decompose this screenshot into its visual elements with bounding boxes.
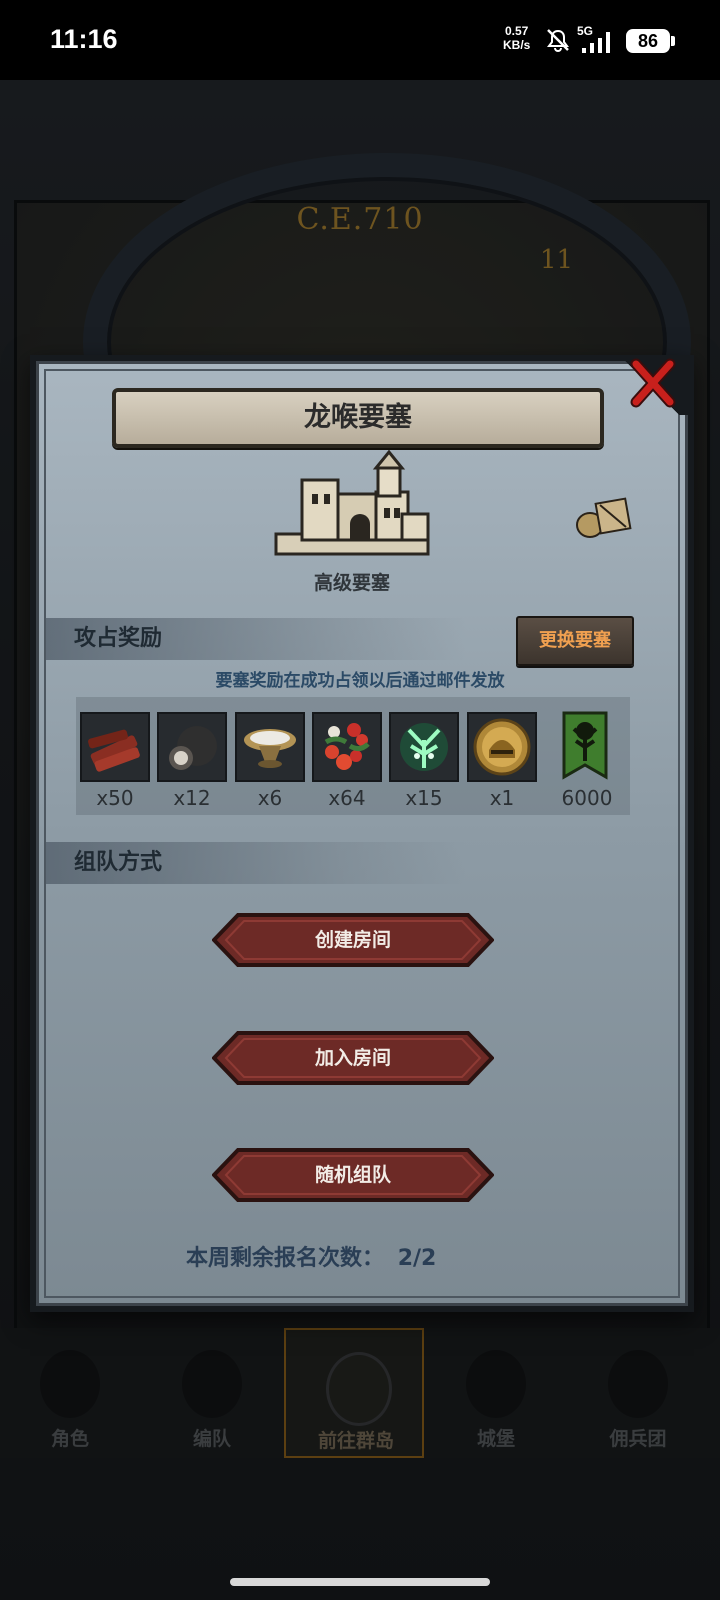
swap-fortress-label: 更换要塞 [539,630,611,651]
signup-label: 本周剩余报名次数： [186,1246,385,1271]
fortress-image [274,450,430,556]
clock: 11:16 [50,24,118,54]
close-icon[interactable] [630,358,676,408]
home-indicator[interactable] [230,1578,490,1586]
green-banner-icon[interactable] [562,711,608,781]
reward-item[interactable] [467,712,537,782]
create-room-label: 创建房间 [314,929,391,951]
battery-tip [671,36,675,46]
signup-value: 2/2 [397,1246,437,1271]
wood-logs-icon [88,729,140,772]
reward-count: 6000 [561,786,613,810]
team-section-header: 组队方式 [46,842,466,884]
supply-crate-icon[interactable] [574,493,632,539]
reward-count: x50 [96,786,134,810]
status-bar: 11:16 0.57 KB/s 5G 86 [0,0,720,80]
berries-icon [324,723,370,770]
network-speed: 0.57 KB/s [503,24,530,52]
reward-item[interactable] [235,712,305,782]
join-room-button[interactable]: 加入房间 [212,1031,494,1085]
net-speed-value: 0.57 [504,24,529,38]
salt-bowl-icon [244,729,296,768]
reward-item[interactable] [312,712,382,782]
title-banner: 龙喉要塞 [112,388,604,448]
random-team-button[interactable]: 随机组队 [212,1148,494,1202]
reward-count: x1 [489,786,515,810]
battery-level: 86 [626,29,670,53]
green-spirit-icon [400,723,448,771]
random-team-label: 随机组队 [314,1164,391,1186]
reward-count: x64 [328,786,366,810]
reward-section-title: 攻占奖励 [74,626,163,651]
reward-item[interactable] [157,712,227,782]
reward-count: x12 [173,786,211,810]
swap-fortress-button[interactable]: 更换要塞 [516,616,634,666]
signup-remaining: 本周剩余报名次数： 2/2 [186,1240,436,1272]
reward-section-header: 攻占奖励 [46,618,466,660]
reward-item[interactable] [80,712,150,782]
team-section-title: 组队方式 [74,850,163,875]
mute-icon [547,29,569,52]
reward-count: x15 [405,786,443,810]
dialog-title: 龙喉要塞 [304,402,412,433]
signal-icon [582,32,610,53]
net-speed-unit: KB/s [503,38,531,52]
reward-note: 要塞奖励在成功占领以后通过邮件发放 [215,671,505,691]
reward-count: x6 [257,786,283,810]
helmet-medal-icon [473,718,531,776]
join-room-label: 加入房间 [314,1047,391,1069]
truffle-icon [169,726,217,770]
reward-item[interactable] [389,712,459,782]
fortress-grade: 高级要塞 [313,572,390,594]
create-room-button[interactable]: 创建房间 [212,913,494,967]
